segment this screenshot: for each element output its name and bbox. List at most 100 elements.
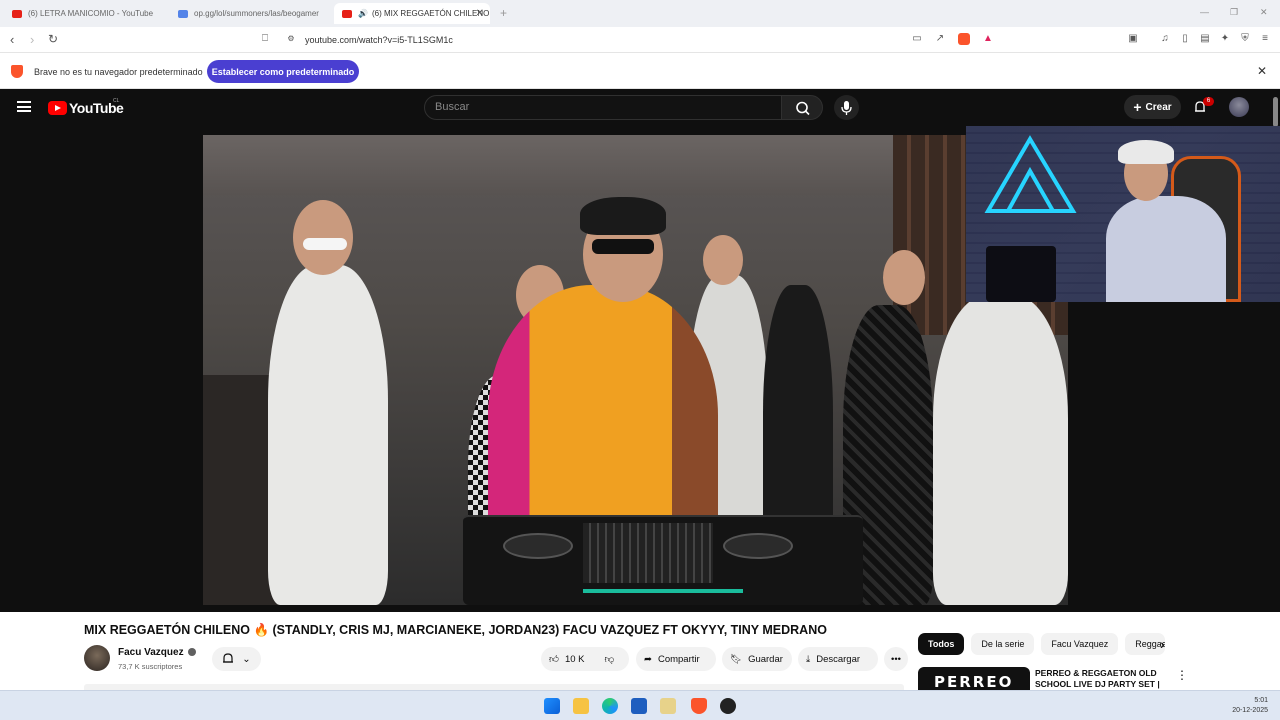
back-icon[interactable]: ‹ bbox=[10, 32, 14, 47]
download-button[interactable]: ⤓ Descargar bbox=[798, 647, 878, 671]
cast-icon[interactable]: ▭ bbox=[911, 33, 923, 45]
video-player[interactable] bbox=[203, 135, 1068, 605]
tab-close-icon[interactable]: ✕ bbox=[476, 8, 484, 19]
search-button[interactable] bbox=[781, 95, 823, 120]
download-icon: ⤓ bbox=[806, 653, 811, 665]
controller-lights bbox=[583, 589, 743, 593]
chevron-down-icon: ⌄ bbox=[242, 653, 251, 665]
tab-opgg[interactable]: op.gg/lol/summoners/las/beogamer bbox=[170, 3, 332, 24]
notes-icon[interactable] bbox=[660, 698, 676, 714]
like-count[interactable]: 10 K bbox=[565, 654, 585, 665]
tab-letra-manicomio[interactable]: (6) LETRA MANICOMIO - YouTube bbox=[4, 3, 166, 24]
video-title: MIX REGGAETÓN CHILENO 🔥 (STANDLY, CRIS M… bbox=[84, 623, 827, 637]
jog-wheel-left bbox=[503, 533, 573, 559]
account-avatar[interactable] bbox=[1229, 97, 1249, 117]
person-head bbox=[703, 235, 743, 285]
vpn-icon[interactable]: ⛨ bbox=[1239, 33, 1251, 45]
channel-avatar[interactable] bbox=[84, 645, 110, 671]
video-info-section: MIX REGGAETÓN CHILENO 🔥 (STANDLY, CRIS M… bbox=[0, 612, 1280, 690]
wallet-icon[interactable]: ▣ bbox=[1127, 33, 1139, 45]
brave-rewards-icon[interactable]: ▲ bbox=[982, 33, 994, 45]
search-input[interactable]: Buscar bbox=[424, 95, 782, 120]
create-label: Crear bbox=[1145, 101, 1172, 113]
obs-icon[interactable] bbox=[720, 698, 736, 714]
recommended-title[interactable]: PERREO & REGGAETON OLD SCHOOL LIVE DJ PA… bbox=[1035, 668, 1165, 690]
bell-icon bbox=[223, 653, 234, 663]
dj-sunglasses bbox=[592, 239, 654, 254]
file-explorer-icon[interactable] bbox=[573, 698, 589, 714]
chevron-right-icon[interactable]: › bbox=[1160, 636, 1165, 652]
tab-label: (6) LETRA MANICOMIO - YouTube bbox=[28, 9, 154, 18]
notification-badge: 6 bbox=[1203, 97, 1214, 106]
close-window-icon[interactable]: ✕ bbox=[1260, 7, 1268, 18]
forward-icon[interactable]: › bbox=[30, 32, 34, 47]
youtube-favicon-icon bbox=[12, 9, 22, 18]
like-icon[interactable]: 👍︎ bbox=[549, 653, 559, 665]
search-icon bbox=[796, 101, 810, 116]
brave-shields-icon[interactable] bbox=[958, 33, 970, 45]
voice-search-button[interactable] bbox=[834, 95, 859, 120]
opgg-favicon-icon bbox=[178, 9, 188, 18]
chip-todos[interactable]: Todos bbox=[918, 633, 965, 655]
brave-logo-icon bbox=[11, 65, 23, 78]
recommended-thumbnail[interactable]: PERREO bbox=[918, 667, 1030, 690]
download-label: Descargar bbox=[816, 653, 861, 665]
leo-ai-icon[interactable]: ✦ bbox=[1219, 33, 1231, 45]
youtube-favicon-icon bbox=[342, 9, 352, 18]
address-toolbar: ‹ › ↻ ⎕ ⚙ youtube.com/watch?v=i5-TL1SGM1… bbox=[0, 27, 1280, 53]
share-arrow-icon: ➦ bbox=[644, 653, 652, 665]
windows-taskbar: 5:01 20-12-2025 bbox=[0, 690, 1280, 720]
streamer-cap bbox=[1118, 140, 1174, 164]
menu-icon[interactable]: ≡ bbox=[1259, 33, 1271, 45]
scrollbar-thumb[interactable] bbox=[1273, 97, 1278, 127]
audio-playing-icon[interactable]: 🔊 bbox=[358, 9, 368, 18]
clock-date: 20-12-2025 bbox=[1232, 707, 1268, 714]
jog-wheel-right bbox=[723, 533, 793, 559]
infobar-close-icon[interactable]: ✕ bbox=[1257, 64, 1267, 78]
minimize-icon[interactable]: — bbox=[1200, 7, 1209, 17]
dislike-icon[interactable]: 👎︎ bbox=[604, 653, 614, 665]
like-dislike-group: 👍︎ 10 K 👎︎ bbox=[541, 647, 629, 671]
new-tab-button[interactable]: + bbox=[500, 6, 507, 20]
share-icon[interactable]: ↗ bbox=[934, 33, 946, 45]
sidebar-icon[interactable]: ▯ bbox=[1179, 33, 1191, 45]
url-field[interactable]: youtube.com/watch?v=i5-TL1SGM1c bbox=[305, 35, 453, 45]
create-button[interactable]: + Crear bbox=[1124, 95, 1181, 119]
more-actions-button[interactable]: ••• bbox=[884, 647, 908, 671]
system-clock[interactable]: 5:01 20-12-2025 bbox=[1232, 696, 1268, 716]
tab-label: (6) MIX REGGAETÓN CHILENO bbox=[371, 9, 490, 18]
verified-icon bbox=[188, 648, 196, 656]
chip-facu-vazquez[interactable]: Facu Vazquez bbox=[1041, 633, 1119, 655]
hamburger-menu-icon[interactable] bbox=[17, 101, 31, 112]
person-head bbox=[883, 250, 925, 305]
reload-icon[interactable]: ↻ bbox=[48, 32, 58, 46]
media-icon[interactable]: ♫ bbox=[1159, 33, 1171, 45]
brave-taskbar-icon[interactable] bbox=[691, 698, 707, 714]
windows-start-icon[interactable] bbox=[544, 698, 560, 714]
microphone-icon bbox=[841, 101, 852, 115]
mixer-faders bbox=[583, 523, 713, 583]
channel-name[interactable]: Facu Vazquez bbox=[118, 647, 184, 658]
more-vertical-icon[interactable]: ⋮ bbox=[1176, 668, 1188, 682]
set-default-button[interactable]: Establecer como predeterminado bbox=[207, 60, 359, 83]
bookmark-icon[interactable]: ⎕ bbox=[259, 33, 271, 45]
site-info-icon[interactable]: ⚙ bbox=[285, 33, 297, 45]
share-label: Compartir bbox=[657, 653, 700, 665]
desk-equipment bbox=[986, 246, 1056, 302]
bookmark-save-icon: 🔖︎ bbox=[730, 653, 743, 665]
infobar-message: Brave no es tu navegador predeterminado bbox=[34, 67, 203, 77]
reading-icon[interactable]: ▤ bbox=[1199, 33, 1211, 45]
share-button[interactable]: ➦ Compartir bbox=[636, 647, 716, 671]
youtube-masthead: YouTube CL Buscar + Crear 6 bbox=[0, 89, 1280, 126]
subscription-notification-button[interactable]: ⌄ bbox=[212, 647, 261, 671]
more-horizontal-icon: ••• bbox=[891, 653, 901, 665]
save-button[interactable]: 🔖︎ Guardar bbox=[722, 647, 792, 671]
default-browser-infobar: Brave no es tu navegador predeterminado … bbox=[0, 53, 1280, 89]
maximize-icon[interactable]: ❐ bbox=[1230, 7, 1238, 18]
chip-de-la-serie[interactable]: De la serie bbox=[971, 633, 1035, 655]
save-label: Guardar bbox=[748, 653, 783, 665]
outlook-icon[interactable] bbox=[631, 698, 647, 714]
tab-mix-reggaeton[interactable]: 🔊 (6) MIX REGGAETÓN CHILENO ✕ bbox=[334, 3, 490, 24]
edge-icon[interactable] bbox=[602, 698, 618, 714]
tab-label: op.gg/lol/summoners/las/beogamer bbox=[194, 9, 319, 18]
